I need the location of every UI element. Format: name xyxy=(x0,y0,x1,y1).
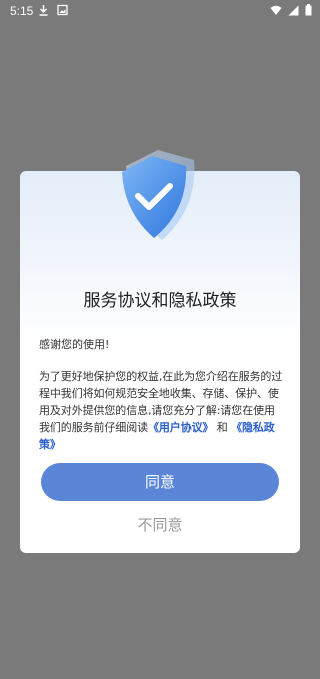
shield-check-icon xyxy=(122,150,195,240)
status-system-icons xyxy=(270,4,312,16)
and-text: 和 xyxy=(213,421,232,434)
disagree-button[interactable]: 不同意 xyxy=(41,512,279,538)
dialog-body: 为了更好地保护您的权益,在此为您介绍在服务的过程中我们将如何规范安全地收集、存储… xyxy=(39,368,285,453)
wifi-icon xyxy=(270,5,282,15)
status-bar: 5:15 xyxy=(0,0,320,22)
greeting-text: 感谢您的使用! xyxy=(39,338,110,351)
signal-icon xyxy=(288,5,299,15)
battery-icon xyxy=(305,4,312,16)
status-time: 5:15 xyxy=(10,4,34,18)
user-agreement-link[interactable]: 《用户协议》 xyxy=(148,421,214,434)
image-icon xyxy=(57,4,68,16)
status-notifications xyxy=(38,4,68,16)
download-icon xyxy=(39,5,48,16)
dialog-title: 服务协议和隐私政策 xyxy=(83,291,237,311)
agree-button[interactable]: 同意 xyxy=(41,463,279,501)
